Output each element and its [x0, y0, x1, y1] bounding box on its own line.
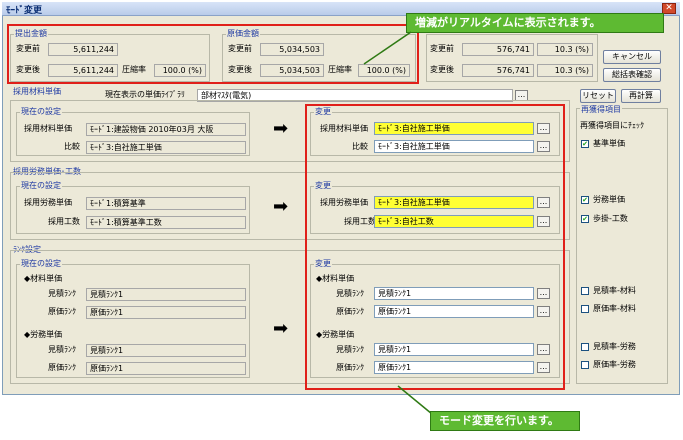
labor-man-current: ﾓｰﾄﾞ1:積算基準工数: [86, 216, 246, 229]
reset-button[interactable]: リセット: [580, 89, 616, 103]
labor-current-title: 現在の設定: [20, 181, 62, 191]
reacquire-subtitle: 再獲得項目にﾁｪｯｸ: [580, 121, 644, 130]
reacquire-checkbox-2[interactable]: ✔: [581, 215, 589, 223]
reacquire-checkbox-3[interactable]: [581, 287, 589, 295]
rank-lab-cost-label: 原価ﾗﾝｸ: [48, 363, 76, 372]
reacquire-label-1: 労務単価: [593, 195, 625, 204]
unit-cmp-label: 比較: [64, 142, 80, 151]
change-highlight-box: [305, 104, 565, 390]
diff-after-rate: 10.3 (%): [537, 64, 593, 77]
rank-mat-cost-current: 原価ﾗﾝｸ1: [86, 306, 246, 319]
close-icon: ✕: [665, 3, 673, 13]
reacquire-checkbox-0[interactable]: ✔: [581, 140, 589, 148]
unit-arrow-icon: ➡: [273, 118, 289, 139]
reacquire-label-0: 基準単価: [593, 139, 625, 148]
check-icon: ✔: [582, 140, 588, 148]
diff-after-label: 変更後: [430, 65, 454, 74]
reacquire-label-3: 見積率-材料: [593, 286, 636, 295]
reacquire-label-4: 原価率-材料: [593, 304, 636, 313]
reacquire-checkbox-4[interactable]: [581, 305, 589, 313]
rank-lab-est-label: 見積ﾗﾝｸ: [48, 345, 76, 354]
reacquire-checkbox-6[interactable]: [581, 361, 589, 369]
unit-current-title: 現在の設定: [20, 107, 62, 117]
realtime-callout: 増減がリアルタイムに表示されます。: [406, 13, 664, 33]
rank-lab-head: ◆労務単価: [24, 330, 63, 339]
reacquire-title: 再獲得項目: [580, 105, 622, 115]
reacquire-label-6: 原価率-労務: [593, 360, 636, 369]
window-title: ﾓｰﾄﾞ変更: [6, 6, 43, 16]
unit-cmp-current: ﾓｰﾄﾞ3:自社施工単価: [86, 141, 246, 154]
diff-before-value: 576,741: [462, 43, 534, 56]
rank-mat-est-current: 見積ﾗﾝｸ1: [86, 288, 246, 301]
labor-arrow-icon: ➡: [273, 196, 289, 217]
check-icon: ✔: [582, 215, 588, 223]
rank-lab-cost-current: 原価ﾗﾝｸ1: [86, 362, 246, 375]
summary-check-button[interactable]: 総括表確認: [603, 68, 661, 82]
labor-lab-current: ﾓｰﾄﾞ1:積算基準: [86, 197, 246, 210]
recalculate-button[interactable]: 再計算: [621, 89, 661, 103]
labor-man-label: 採用工数: [48, 217, 80, 226]
reacquire-label-2: 歩掛-工数: [593, 214, 628, 223]
current-library-label: 現在表示の単価ﾗｲﾌﾞﾗﾘ: [105, 90, 185, 99]
unit-section-title: 採用材料単価: [12, 87, 62, 97]
rank-mat-head: ◆材料単価: [24, 274, 63, 283]
diff-before-rate: 10.3 (%): [537, 43, 593, 56]
rank-current-title: 現在の設定: [20, 259, 62, 269]
rank-arrow-icon: ➡: [273, 318, 289, 339]
rank-lab-est-current: 見積ﾗﾝｸ1: [86, 344, 246, 357]
reacquire-checkbox-5[interactable]: [581, 343, 589, 351]
labor-lab-label: 採用労務単価: [24, 198, 72, 207]
diff-after-value: 576,741: [462, 64, 534, 77]
diff-before-label: 変更前: [430, 44, 454, 53]
cancel-button[interactable]: キャンセル: [603, 50, 661, 64]
close-button[interactable]: ✕: [662, 3, 676, 14]
callout-pointer-top: [363, 31, 412, 65]
rank-mat-cost-label: 原価ﾗﾝｸ: [48, 307, 76, 316]
unit-mat-current: ﾓｰﾄﾞ1:建設物価 2010年03月 大阪: [86, 123, 246, 136]
mode-change-callout: モード変更を行います。: [430, 411, 580, 431]
reacquire-checkbox-1[interactable]: ✔: [581, 196, 589, 204]
unit-mat-label: 採用材料単価: [24, 124, 72, 133]
reacquire-label-5: 見積率-労務: [593, 342, 636, 351]
rank-mat-est-label: 見積ﾗﾝｸ: [48, 289, 76, 298]
check-icon: ✔: [582, 196, 588, 204]
